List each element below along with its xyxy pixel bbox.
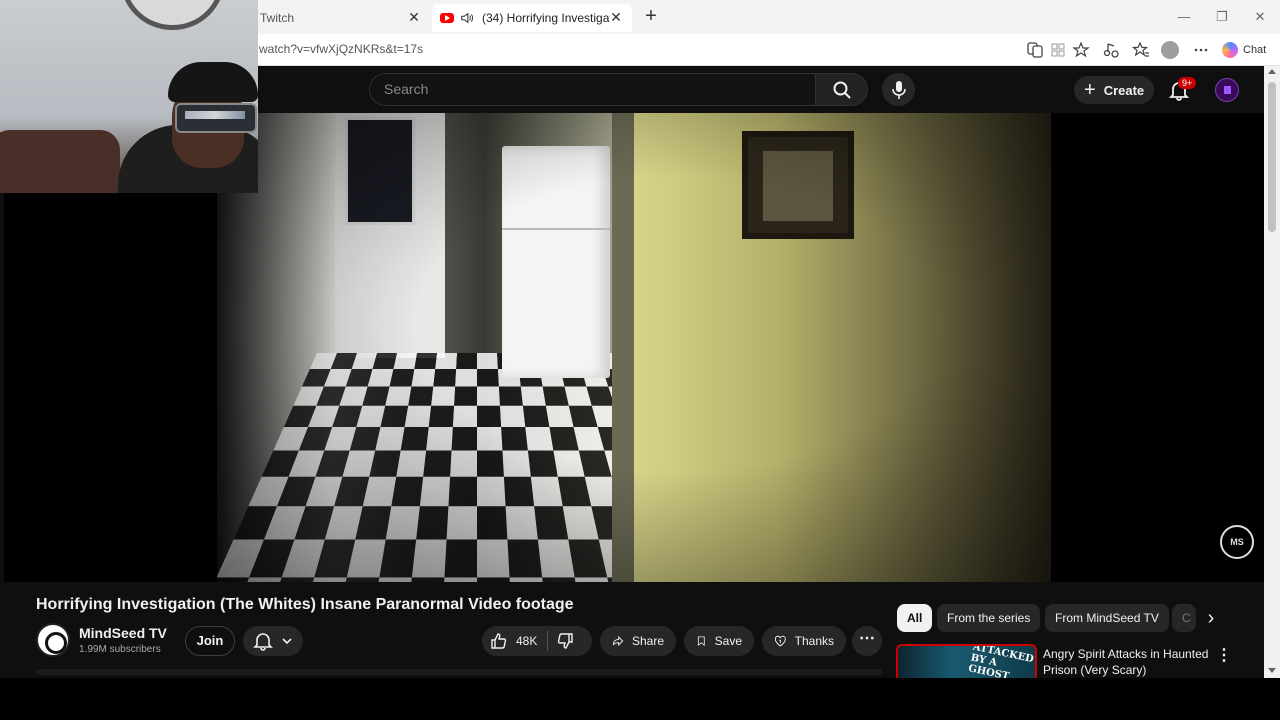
tab-label: Twitch: [260, 11, 295, 25]
thumbs-down-icon[interactable]: [556, 632, 574, 650]
save-label: Save: [714, 634, 742, 648]
star-icon[interactable]: [1072, 41, 1090, 59]
account-avatar[interactable]: [1215, 78, 1239, 102]
scroll-up-arrow-icon[interactable]: [1268, 69, 1276, 74]
bell-icon: [253, 633, 273, 651]
youtube-favicon-icon: [440, 13, 454, 23]
super-thanks-icon: [774, 635, 786, 647]
translate-icon[interactable]: [1026, 41, 1044, 59]
webcam-overlay: [0, 0, 258, 193]
bottom-black-bar: [0, 678, 1280, 720]
profile-avatar[interactable]: [1161, 41, 1179, 59]
chevron-right-icon[interactable]: ›: [1200, 606, 1222, 630]
scroll-thumb[interactable]: [1268, 82, 1276, 232]
like-dislike-group: 48K: [482, 626, 592, 656]
minimize-icon[interactable]: —: [1174, 8, 1194, 26]
video-frame: [217, 113, 1051, 582]
channel-name[interactable]: MindSeed TV: [79, 625, 167, 641]
plus-icon: +: [1084, 79, 1096, 101]
url-text[interactable]: watch?v=vfwXjQzNKRs&t=17s: [259, 42, 423, 56]
recommended-video-thumbnail[interactable]: ATTACKED BY A GHOST: [896, 644, 1037, 678]
close-tab-icon[interactable]: ✕: [406, 9, 422, 25]
share-label: Share: [631, 634, 664, 648]
share-button[interactable]: Share: [600, 626, 676, 656]
description-box-edge: [36, 669, 882, 675]
join-label: Join: [196, 633, 224, 648]
media-control-icon[interactable]: [1102, 41, 1120, 59]
tab-youtube[interactable]: (34) Horrifying Investigation (T ✕: [432, 4, 632, 32]
scroll-down-arrow-icon[interactable]: [1268, 668, 1276, 673]
screen: Twitch ✕ (34) Horrifying Investigation (…: [0, 0, 1280, 720]
bookmark-icon: [697, 636, 705, 646]
like-divider: [547, 631, 549, 651]
restore-icon[interactable]: ❐: [1212, 8, 1232, 26]
thanks-label: Thanks: [794, 634, 834, 648]
search-icon: [833, 81, 851, 99]
copilot-chat-button[interactable]: Chat: [1222, 39, 1266, 61]
webcam-cap: [168, 62, 258, 102]
subscription-bell-button[interactable]: [243, 626, 303, 656]
notifications-badge: 9+: [1178, 77, 1197, 89]
chip-partial[interactable]: C: [1172, 604, 1196, 632]
wall-clock: [120, 0, 225, 30]
page-scrollbar[interactable]: [1264, 66, 1280, 678]
copilot-icon: [1222, 42, 1238, 58]
chevron-down-icon: [282, 638, 292, 645]
search-input[interactable]: Search: [369, 73, 816, 106]
like-count[interactable]: 48K: [516, 634, 537, 648]
video-title: Horrifying Investigation (The Whites) In…: [36, 596, 574, 613]
webcam-sofa: [0, 130, 120, 193]
webcam-sunglasses: [175, 103, 257, 133]
thumbs-up-icon[interactable]: [490, 632, 508, 650]
chip-from-channel[interactable]: From MindSeed TV: [1045, 604, 1169, 632]
thanks-button[interactable]: Thanks: [762, 626, 846, 656]
chip-from-series[interactable]: From the series: [937, 604, 1041, 632]
chip-all[interactable]: All: [897, 604, 933, 632]
microphone-icon: [892, 81, 906, 99]
search-button[interactable]: [815, 73, 868, 106]
channel-watermark-logo[interactable]: MS: [1220, 525, 1254, 559]
create-label: Create: [1103, 82, 1145, 98]
tab-twitch[interactable]: Twitch ✕: [250, 4, 430, 32]
more-options-icon[interactable]: [1192, 41, 1210, 59]
save-button[interactable]: Save: [684, 626, 754, 656]
share-icon: [612, 635, 624, 647]
subscriber-count: 1.99M subscribers: [79, 644, 161, 655]
close-tab-icon[interactable]: ✕: [608, 9, 624, 25]
thumbnail-text: ATTACKED BY A GHOST: [967, 644, 1035, 678]
close-window-icon[interactable]: ✕: [1250, 8, 1270, 26]
new-tab-button[interactable]: +: [640, 6, 662, 28]
tab-label: (34) Horrifying Investigation (T: [482, 11, 610, 25]
join-button[interactable]: Join: [185, 626, 235, 656]
voice-search-button[interactable]: [882, 73, 915, 106]
apps-icon[interactable]: [1049, 41, 1067, 59]
favorites-icon[interactable]: [1132, 41, 1150, 59]
more-actions-button[interactable]: ⋯: [852, 626, 882, 656]
create-button[interactable]: + Create: [1074, 76, 1154, 104]
video-vignette: [217, 113, 1051, 582]
speaker-icon[interactable]: [460, 11, 474, 25]
channel-avatar[interactable]: [36, 623, 70, 657]
kebab-menu-icon[interactable]: ⋮: [1216, 646, 1232, 666]
chat-label: Chat: [1243, 44, 1267, 56]
